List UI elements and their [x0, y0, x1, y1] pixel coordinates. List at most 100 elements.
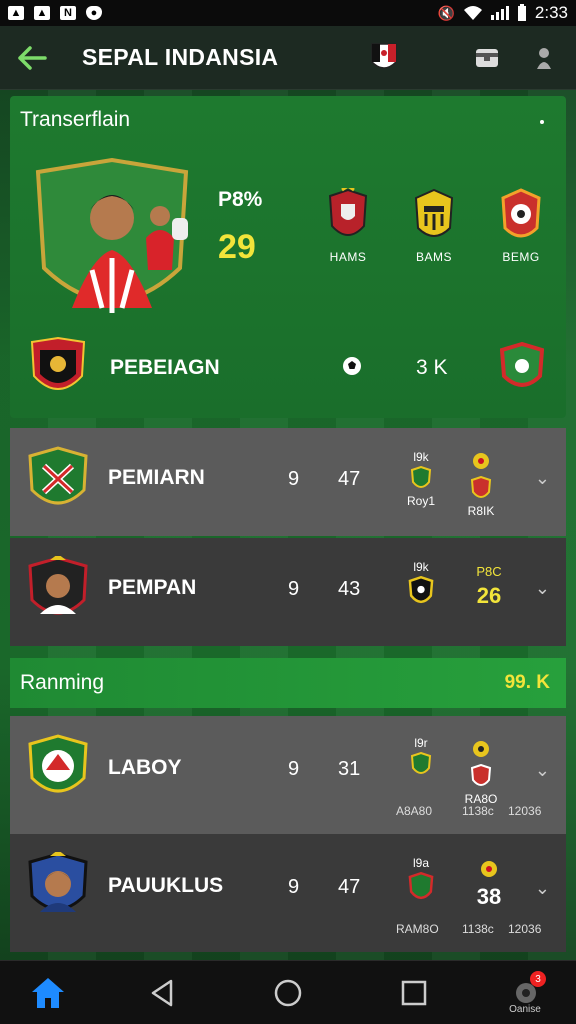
triangle-back-icon: [151, 979, 173, 1007]
mini-label: l9a: [412, 856, 429, 870]
stat-value: 29: [218, 228, 256, 266]
badge-bemg[interactable]: BEMG: [486, 188, 556, 264]
mini-value: 26: [476, 583, 502, 608]
sub-value: RAM8O: [396, 922, 439, 936]
photo-icon: ▲: [8, 6, 24, 20]
mini-stat-1: l9r: [396, 736, 446, 780]
green-crest-icon: [28, 446, 88, 505]
clock: 2:33: [534, 3, 568, 22]
home-nav-button[interactable]: [268, 973, 308, 1013]
sub-value: A8A80: [396, 804, 433, 818]
player-row[interactable]: PEMIARN 9 47 l9k Roy1 R8IK ⌄: [10, 428, 566, 536]
club-badge-icon: [500, 342, 544, 387]
ranking-title: Ranming: [20, 671, 105, 694]
chevron-down-icon[interactable]: ⌄: [535, 760, 550, 781]
ranking-header[interactable]: Ranming 99. K: [10, 658, 566, 708]
home-icon: [32, 978, 64, 1008]
player-stat-2: 43: [338, 578, 361, 600]
player-stat-1: 9: [288, 578, 300, 600]
sub-value: 1138c: [462, 922, 494, 936]
mini-label: l9k: [413, 450, 429, 464]
shield-icon: ●: [86, 6, 102, 20]
notification-badge: 3: [530, 971, 546, 987]
mini-crest-icon: [410, 752, 432, 774]
player-stat-2: 47: [338, 876, 361, 898]
sub-value: 1138c: [462, 804, 494, 818]
player-name: LABOY: [108, 756, 182, 779]
ranked-row[interactable]: LABOY 9 31 l9r RA8O ⌄ A8A80 1138c 12036: [10, 716, 566, 834]
badge-hams[interactable]: HAMS: [313, 188, 383, 264]
nav-label: Oanise: [509, 1004, 541, 1015]
square-recents-icon: [401, 980, 427, 1006]
circle-home-icon: [274, 979, 302, 1007]
transfer-panel: Transerflain P8% 29 HAMS BAMS BEMG PEBEI…: [10, 96, 566, 418]
mini-value: 38: [476, 884, 502, 909]
ranked-row[interactable]: PAUUKLUS 9 47 l9a 38 ⌄ RAM8O 1138c 12036: [10, 834, 566, 952]
player-name: PAUUKLUS: [108, 874, 224, 897]
section-title: Transerflain: [20, 108, 131, 131]
status-bar: ▲ ▲ N ● 🔇 2:33: [0, 0, 576, 26]
inbox-icon[interactable]: [474, 45, 500, 71]
gallery-icon: ▲: [34, 6, 50, 20]
club-row[interactable]: PEBEIAGN 3 K: [10, 334, 566, 404]
mini-stat-1: l9k Roy1: [396, 450, 446, 508]
app-n-icon: N: [60, 6, 76, 20]
stat-label: P8%: [218, 188, 263, 211]
mini-label: l9k: [413, 560, 429, 574]
mini-stat-2: P8C 26: [464, 564, 514, 609]
chevron-down-icon[interactable]: ⌄: [535, 468, 550, 489]
player-avatar: [28, 556, 88, 615]
ball-icon: [481, 861, 497, 877]
bottom-navigation: 3: [0, 960, 576, 1024]
back-button[interactable]: [0, 26, 64, 90]
mini-stat-2: R8IK: [456, 446, 506, 518]
player-stat-1: 9: [288, 468, 300, 490]
player-name: PEMPAN: [108, 576, 197, 599]
signal-icon: [490, 6, 509, 20]
sub-value: 12036: [508, 922, 542, 936]
mini-crest-icon: [408, 576, 434, 604]
mini-stat-1: l9a: [396, 856, 446, 906]
mini-sublabel: Roy1: [406, 494, 435, 508]
back-nav-button[interactable]: [142, 973, 182, 1013]
mini-label: l9r: [414, 736, 428, 750]
club-value: 3 K: [416, 356, 448, 379]
mini-stat-2: 38: [464, 854, 514, 910]
chevron-down-icon[interactable]: ⌄: [535, 578, 550, 599]
player-card-shield[interactable]: [32, 158, 192, 328]
player-stat-1: 9: [288, 758, 300, 780]
player-avatar: [28, 852, 88, 912]
back-arrow-icon: [18, 45, 47, 70]
recents-button[interactable]: [394, 973, 434, 1013]
mini-crest-icon: [410, 466, 432, 488]
mini-stat-2: RA8O: [456, 734, 506, 806]
ball-icon: [473, 453, 489, 469]
player-stat-2: 47: [338, 468, 361, 490]
battery-icon: [517, 4, 526, 21]
app-header: SEPAL INDANSIA: [0, 26, 576, 90]
badge-label: BAMS: [415, 250, 452, 264]
chevron-down-icon[interactable]: ⌄: [535, 878, 550, 899]
mini-crest-icon: [408, 872, 434, 900]
badge-bams[interactable]: BAMS: [399, 188, 469, 264]
ball-icon: [473, 741, 489, 757]
home-button[interactable]: [28, 973, 68, 1013]
yellow-crest-icon: [414, 188, 454, 237]
user-icon[interactable]: [534, 45, 554, 71]
club-crest-icon: [30, 336, 86, 390]
badge-label: HAMS: [329, 250, 367, 264]
mini-stat-1: l9k: [396, 560, 446, 610]
mini-crest-icon: [470, 476, 492, 498]
mini-label: P8C: [476, 564, 502, 579]
club-name: PEBEIAGN: [110, 356, 220, 379]
player-row[interactable]: PEMPAN 9 43 l9k P8C 26 ⌄: [10, 538, 566, 646]
no-sound-icon: 🔇: [437, 4, 455, 21]
wifi-icon: [463, 6, 482, 20]
red-crest-icon: [328, 188, 368, 236]
menu-dot-icon[interactable]: [540, 120, 544, 124]
club-flag-icon[interactable]: [370, 42, 398, 74]
ranking-value: 99. K: [504, 672, 550, 693]
player-stat-1: 9: [288, 876, 300, 898]
orange-crest-icon: [501, 188, 541, 238]
mini-crest-icon: [470, 764, 492, 786]
